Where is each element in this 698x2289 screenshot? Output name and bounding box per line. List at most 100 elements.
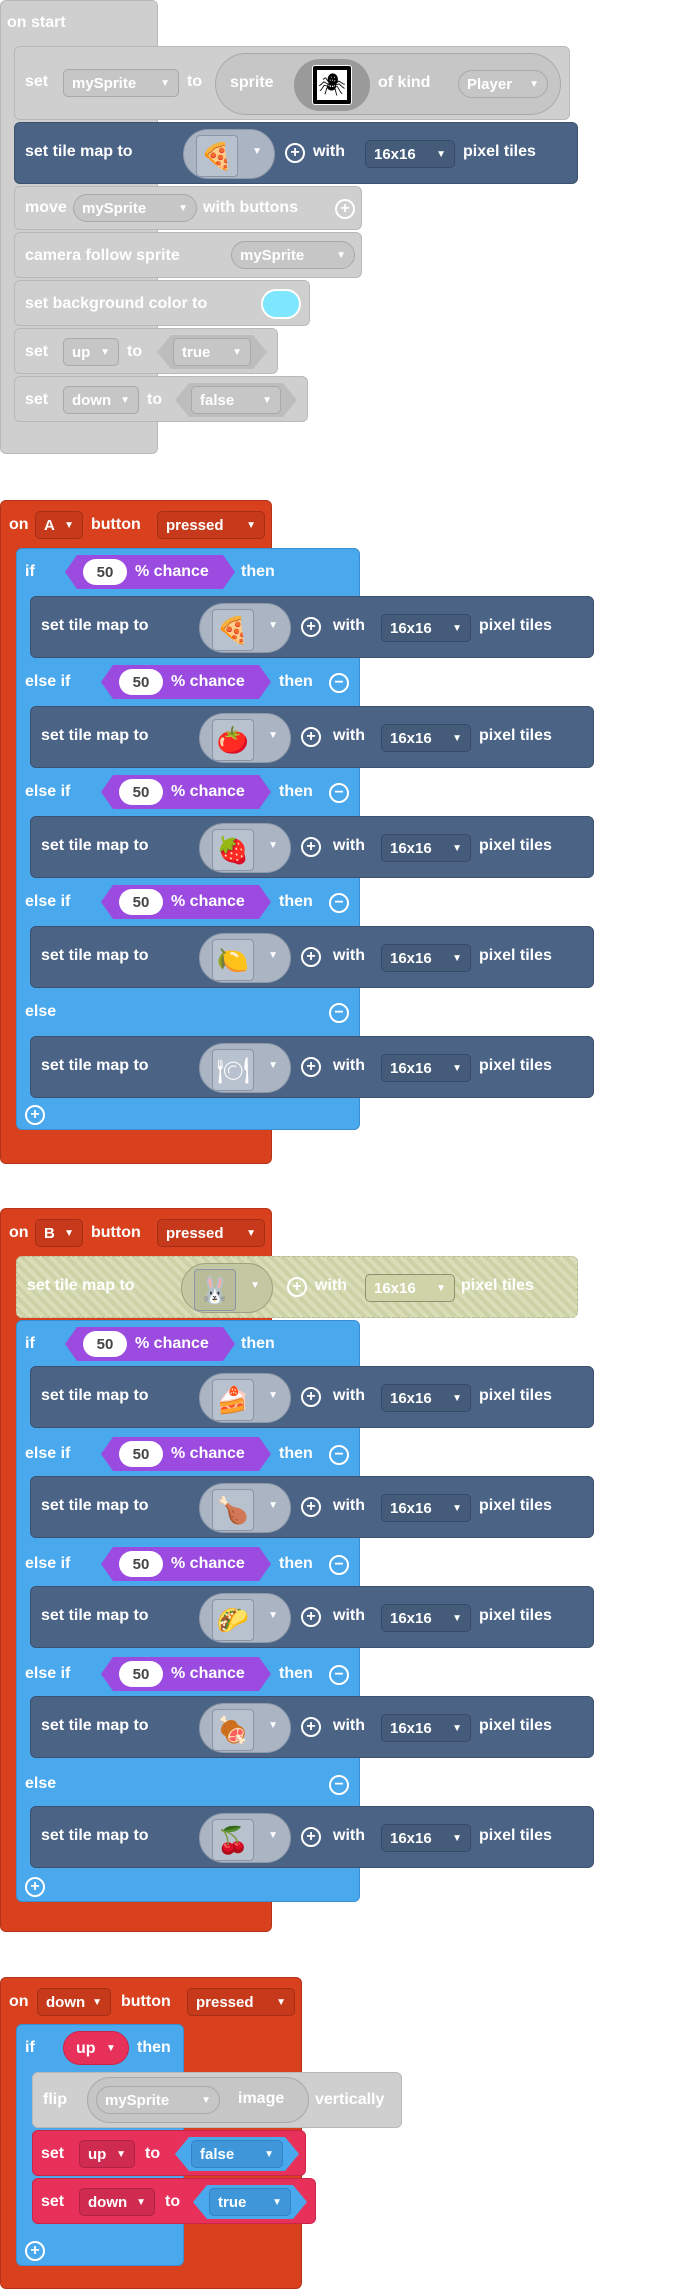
- flip-image-block[interactable]: flip mySprite ▼ image vertically: [32, 2072, 402, 2128]
- remove-icon[interactable]: −: [329, 673, 349, 693]
- percent-chance-reporter[interactable]: 50 % chance: [101, 885, 271, 919]
- set-sprite-block[interactable]: set mySprite ▼ to sprite 🕷 of kind Player…: [14, 46, 570, 120]
- bool-false-reporter[interactable]: false ▼: [175, 383, 297, 417]
- event-dropdown[interactable]: pressed ▼: [157, 1219, 265, 1247]
- chance-value-input[interactable]: 50: [119, 889, 163, 915]
- set-down-block[interactable]: set down ▼ to true ▼: [32, 2178, 316, 2224]
- remove-icon[interactable]: −: [329, 1555, 349, 1575]
- bool-false-reporter[interactable]: false ▼: [175, 2137, 299, 2171]
- tilemap-image-picker[interactable]: 🍒 ▼: [199, 1813, 291, 1863]
- tilemap-image-picker[interactable]: 🍽 ▼: [199, 1043, 291, 1093]
- add-icon[interactable]: +: [301, 1057, 321, 1077]
- set-tilemap-block[interactable]: set tile map to 🍋 ▼ + with 16x16 ▼ pixel t…: [30, 926, 594, 988]
- camera-follow-block[interactable]: camera follow sprite mySprite ▼: [14, 232, 362, 278]
- set-up-block[interactable]: set up ▼ to true ▼: [14, 328, 278, 374]
- percent-chance-reporter[interactable]: 50 % chance: [65, 1327, 235, 1361]
- tilemap-image-picker[interactable]: 🍕 ▼: [183, 129, 275, 179]
- var-dropdown-up[interactable]: up ▼: [79, 2140, 135, 2168]
- set-tilemap-block[interactable]: set tile map to 🍓 ▼ + with 16x16 ▼ pixel t…: [30, 816, 594, 878]
- set-tilemap-block[interactable]: set tile map to 🌮 ▼ + with 16x16 ▼ pixel t…: [30, 1586, 594, 1648]
- percent-chance-reporter[interactable]: 50 % chance: [101, 665, 271, 699]
- add-icon[interactable]: +: [285, 143, 305, 163]
- tile-size-dropdown[interactable]: 16x16 ▼: [365, 1274, 455, 1302]
- sprite-image-picker[interactable]: 🕷: [294, 59, 370, 111]
- button-dropdown[interactable]: A ▼: [35, 511, 83, 539]
- percent-chance-reporter[interactable]: 50 % chance: [101, 775, 271, 809]
- camera-var-dropdown[interactable]: mySprite ▼: [231, 241, 355, 269]
- tilemap-image-picker[interactable]: 🐰 ▼: [181, 1263, 273, 1313]
- add-icon[interactable]: +: [301, 727, 321, 747]
- add-icon[interactable]: +: [301, 1387, 321, 1407]
- var-dropdown-up[interactable]: up ▼: [63, 338, 119, 366]
- remove-icon[interactable]: −: [329, 1665, 349, 1685]
- add-icon[interactable]: +: [287, 1277, 307, 1297]
- sprite-of-kind-reporter[interactable]: sprite 🕷 of kind Player ▼: [215, 53, 561, 115]
- disabled-set-tilemap-block[interactable]: set tile map to 🐰 ▼ + with 16x16 ▼ pixel t…: [16, 1256, 578, 1318]
- bool-dropdown[interactable]: true ▼: [209, 2188, 291, 2216]
- chance-value-input[interactable]: 50: [119, 1661, 163, 1687]
- add-icon[interactable]: +: [301, 617, 321, 637]
- tilemap-image-picker[interactable]: 🍗 ▼: [199, 1483, 291, 1533]
- chance-value-input[interactable]: 50: [119, 1441, 163, 1467]
- kind-dropdown[interactable]: Player ▼: [458, 70, 548, 98]
- add-icon[interactable]: +: [25, 1105, 45, 1125]
- tile-size-dropdown[interactable]: 16x16 ▼: [381, 1494, 471, 1522]
- event-dropdown[interactable]: pressed ▼: [187, 1988, 295, 2016]
- set-tilemap-block[interactable]: set tile map to 🍖 ▼ + with 16x16 ▼ pixel t…: [30, 1696, 594, 1758]
- set-tilemap-block[interactable]: set tile map to 🍰 ▼ + with 16x16 ▼ pixel t…: [30, 1366, 594, 1428]
- remove-icon[interactable]: −: [329, 1775, 349, 1795]
- chance-value-input[interactable]: 50: [83, 1331, 127, 1357]
- tile-size-dropdown[interactable]: 16x16 ▼: [381, 1054, 471, 1082]
- set-tilemap-block[interactable]: set tile map to 🍗 ▼ + with 16x16 ▼ pixel t…: [30, 1476, 594, 1538]
- chance-value-input[interactable]: 50: [119, 1551, 163, 1577]
- set-down-block[interactable]: set down ▼ to false ▼: [14, 376, 308, 422]
- set-up-block[interactable]: set up ▼ to false ▼: [32, 2130, 306, 2176]
- button-dropdown[interactable]: down ▼: [37, 1988, 111, 2016]
- var-up-reporter[interactable]: up ▼: [63, 2031, 129, 2065]
- bool-true-reporter[interactable]: true ▼: [193, 2185, 307, 2219]
- add-icon[interactable]: +: [25, 2241, 45, 2261]
- tile-size-dropdown[interactable]: 16x16 ▼: [381, 724, 471, 752]
- tile-size-dropdown[interactable]: 16x16 ▼: [381, 1604, 471, 1632]
- button-dropdown[interactable]: B ▼: [35, 1219, 83, 1247]
- remove-icon[interactable]: −: [329, 1003, 349, 1023]
- add-icon[interactable]: +: [25, 1877, 45, 1897]
- remove-icon[interactable]: −: [329, 783, 349, 803]
- tile-size-dropdown[interactable]: 16x16 ▼: [381, 614, 471, 642]
- remove-icon[interactable]: −: [329, 1445, 349, 1465]
- set-tilemap-block[interactable]: set tile map to 🍒 ▼ + with 16x16 ▼ pixel t…: [30, 1806, 594, 1868]
- move-var-dropdown[interactable]: mySprite ▼: [73, 194, 197, 222]
- add-icon[interactable]: +: [301, 947, 321, 967]
- tilemap-image-picker[interactable]: 🍓 ▼: [199, 823, 291, 873]
- bool-dropdown[interactable]: true ▼: [173, 338, 251, 366]
- tilemap-image-picker[interactable]: 🍕 ▼: [199, 603, 291, 653]
- event-dropdown[interactable]: pressed ▼: [157, 511, 265, 539]
- tile-size-dropdown[interactable]: 16x16 ▼: [365, 140, 455, 168]
- tilemap-image-picker[interactable]: 🌮 ▼: [199, 1593, 291, 1643]
- set-tilemap-block[interactable]: set tile map to 🍅 ▼ + with 16x16 ▼ pixel t…: [30, 706, 594, 768]
- chance-value-input[interactable]: 50: [119, 779, 163, 805]
- set-tilemap-block[interactable]: set tile map to 🍕 ▼ + with 16x16 ▼ pixel t…: [30, 596, 594, 658]
- color-picker[interactable]: [261, 289, 301, 319]
- add-icon[interactable]: +: [301, 837, 321, 857]
- set-background-color-block[interactable]: set background color to: [14, 280, 310, 326]
- bool-true-reporter[interactable]: true ▼: [157, 335, 267, 369]
- tile-size-dropdown[interactable]: 16x16 ▼: [381, 834, 471, 862]
- tile-size-dropdown[interactable]: 16x16 ▼: [381, 1824, 471, 1852]
- tile-size-dropdown[interactable]: 16x16 ▼: [381, 1714, 471, 1742]
- add-icon[interactable]: +: [335, 199, 355, 219]
- tilemap-image-picker[interactable]: 🍋 ▼: [199, 933, 291, 983]
- percent-chance-reporter[interactable]: 50 % chance: [101, 1657, 271, 1691]
- percent-chance-reporter[interactable]: 50 % chance: [101, 1437, 271, 1471]
- sprite-var-dropdown[interactable]: mySprite ▼: [96, 2086, 220, 2114]
- tile-size-dropdown[interactable]: 16x16 ▼: [381, 1384, 471, 1412]
- add-icon[interactable]: +: [301, 1717, 321, 1737]
- tilemap-image-picker[interactable]: 🍖 ▼: [199, 1703, 291, 1753]
- tilemap-image-picker[interactable]: 🍰 ▼: [199, 1373, 291, 1423]
- chance-value-input[interactable]: 50: [83, 559, 127, 585]
- bool-dropdown[interactable]: false ▼: [191, 386, 281, 414]
- percent-chance-reporter[interactable]: 50 % chance: [101, 1547, 271, 1581]
- set-tilemap-block[interactable]: set tile map to 🍕 ▼ + with 16x16 ▼ pixel t…: [14, 122, 578, 184]
- move-with-buttons-block[interactable]: move mySprite ▼ with buttons +: [14, 186, 362, 230]
- var-dropdown-down[interactable]: down ▼: [63, 386, 139, 414]
